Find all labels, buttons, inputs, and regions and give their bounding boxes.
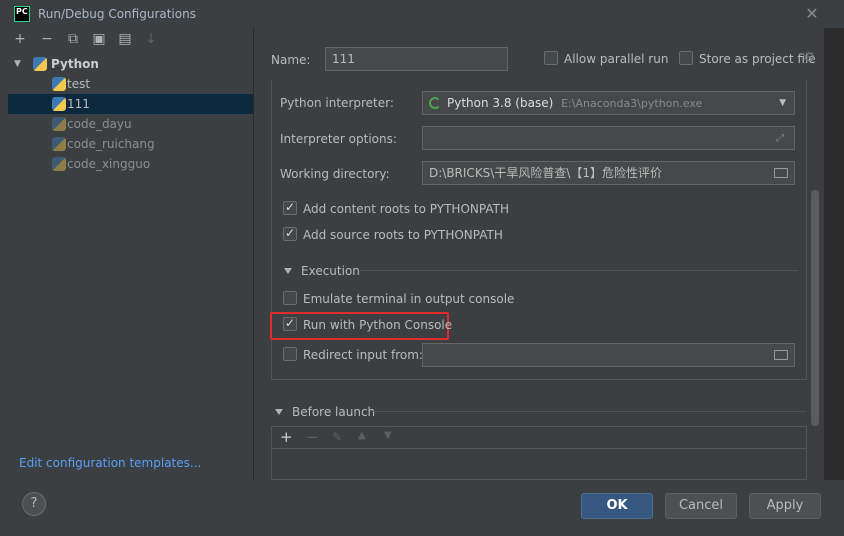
python-icon <box>52 77 66 91</box>
emulate-terminal-checkbox[interactable] <box>283 291 297 305</box>
ok-button[interactable]: OK <box>581 493 653 519</box>
content-roots-checkbox[interactable] <box>283 200 297 215</box>
folder-icon[interactable] <box>774 350 788 360</box>
interpreter-status-icon <box>429 97 441 109</box>
source-roots-checkbox[interactable] <box>283 226 297 241</box>
before-launch-divider <box>372 411 806 412</box>
scrollbar[interactable] <box>811 190 819 426</box>
store-project-label: Store as project file <box>699 52 816 66</box>
collapse-before-launch-icon[interactable] <box>275 409 283 415</box>
chevron-down-icon: ▼ <box>14 59 21 69</box>
add-task-icon[interactable]: + <box>280 428 293 446</box>
tree-item-python[interactable]: ▼ Python <box>8 54 253 74</box>
expand-icon[interactable]: ⤢ <box>776 133 784 144</box>
interpreter-options-input[interactable] <box>422 126 795 150</box>
before-launch-toolbar: + − ✎ ▲ ▼ <box>272 427 806 449</box>
interpreter-label: Python interpreter: <box>280 96 394 110</box>
tree-item-code-xingguo[interactable]: code_xingguo <box>8 154 253 174</box>
redirect-input-label: Redirect input from: <box>303 348 423 362</box>
move-up-icon[interactable]: ▲ <box>358 430 366 441</box>
name-input[interactable]: 111 <box>325 47 508 71</box>
sort-icon[interactable]: ↓ <box>142 30 160 48</box>
execution-section-title: Execution <box>301 264 360 278</box>
apply-button[interactable]: Apply <box>749 493 821 519</box>
remove-config-icon[interactable]: − <box>38 30 56 48</box>
store-project-checkbox[interactable] <box>679 51 693 65</box>
allow-parallel-checkbox[interactable] <box>544 51 558 65</box>
before-launch-list: + − ✎ ▲ ▼ <box>271 426 807 480</box>
run-console-checkbox[interactable] <box>283 316 297 331</box>
allow-parallel-label: Allow parallel run <box>564 52 669 66</box>
interpreter-path: E:\Anaconda3\python.exe <box>561 97 703 110</box>
interpreter-name: Python 3.8 (base) <box>447 96 554 110</box>
redirect-input-field[interactable] <box>422 343 795 367</box>
python-icon <box>52 157 66 171</box>
cancel-button[interactable]: Cancel <box>665 493 737 519</box>
run-console-label: Run with Python Console <box>303 318 453 332</box>
execution-divider <box>360 270 798 271</box>
emulate-terminal-label: Emulate terminal in output console <box>303 292 515 306</box>
close-icon[interactable]: ✕ <box>804 6 820 22</box>
content-roots-label: Add content roots to PYTHONPATH <box>303 202 509 216</box>
tree-item-label: 111 <box>67 97 90 111</box>
tree-item-label: code_xingguo <box>67 157 151 171</box>
add-config-icon[interactable]: + <box>11 30 29 48</box>
tree-item-label: Python <box>51 57 99 71</box>
python-icon <box>52 97 66 111</box>
python-icon <box>52 137 66 151</box>
tree-item-label: code_dayu <box>67 117 132 131</box>
interpreter-options-label: Interpreter options: <box>280 132 397 146</box>
tree-item-code-dayu[interactable]: code_dayu <box>8 114 253 134</box>
save-config-icon[interactable]: ▣ <box>90 30 108 48</box>
pycharm-logo-icon: PC <box>14 6 30 22</box>
new-folder-icon[interactable]: ▤ <box>116 30 134 48</box>
source-roots-label: Add source roots to PYTHONPATH <box>303 228 503 242</box>
tree-toolbar: + − ⧉ ▣ ▤ ↓ <box>8 30 248 50</box>
tree-item-label: test <box>67 77 91 91</box>
before-launch-title: Before launch <box>292 405 376 419</box>
folder-icon[interactable] <box>774 168 788 178</box>
working-directory-label: Working directory: <box>280 167 390 181</box>
remove-task-icon[interactable]: − <box>306 428 319 446</box>
collapse-execution-icon[interactable] <box>284 268 292 274</box>
window-title: Run/Debug Configurations <box>38 7 196 21</box>
move-down-icon[interactable]: ▼ <box>384 430 392 441</box>
gear-icon[interactable]: ⚙ <box>803 50 816 66</box>
edit-task-icon[interactable]: ✎ <box>332 430 342 444</box>
name-label: Name: <box>271 53 311 67</box>
edit-templates-link[interactable]: Edit configuration templates... <box>19 456 201 470</box>
python-icon <box>52 117 66 131</box>
help-button[interactable]: ? <box>22 492 46 516</box>
redirect-input-checkbox[interactable] <box>283 347 297 361</box>
python-icon <box>33 57 47 71</box>
working-directory-input[interactable]: D:\BRICKS\干旱风险普查\【1】危险性评价 <box>422 161 795 185</box>
tree-item-111[interactable]: 111 <box>8 94 253 114</box>
tree-item-test[interactable]: test <box>8 74 253 94</box>
tree-item-label: code_ruichang <box>67 137 155 151</box>
interpreter-select[interactable]: Python 3.8 (base) E:\Anaconda3\python.ex… <box>422 91 795 115</box>
chevron-down-icon: ▼ <box>779 98 786 108</box>
tree-item-code-ruichang[interactable]: code_ruichang <box>8 134 253 154</box>
copy-config-icon[interactable]: ⧉ <box>64 30 82 48</box>
